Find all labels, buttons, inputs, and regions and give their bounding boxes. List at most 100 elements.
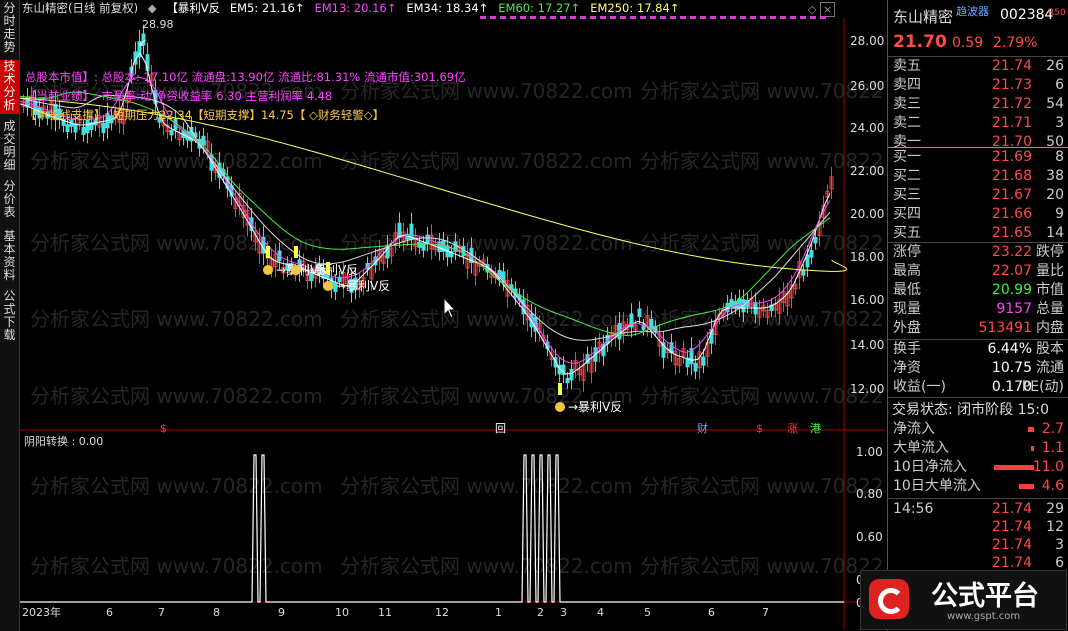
tick-row: 21.74 3 [890,536,1066,555]
row-value: 9157 [996,301,1032,317]
ask-row: 卖三 21.72 54 [890,95,1066,114]
diamond-icon[interactable]: ◇ [808,3,816,16]
flow-value: 4.6 [1041,478,1064,494]
date-tick: 11 [378,606,392,619]
bid-row: 买三 21.67 20 [890,186,1066,205]
row-value: 21.68 [991,168,1032,184]
row-label: 卖五 [893,58,921,74]
row-label: 最高 [893,263,921,279]
tab-price-table[interactable]: 分价表 [0,180,19,224]
price-change: 0.59 [952,35,984,51]
flow-row: 10日净流入 11.0 [890,458,1066,477]
formula-name[interactable]: 【暴利V反 [166,1,220,15]
flow-value: 1.1 [1041,440,1064,456]
sub-chart-title: 阴阳转换 : 0.00 [24,434,103,448]
row-value: 21.74 [991,519,1032,535]
price-tick: 24.00 [850,121,884,135]
row-extra: 20 [1046,187,1064,203]
row-value: 21.74 [991,501,1032,517]
info-line-performance: 【当前业绩】: 市盈率:动 净资收益率 6.30 主营利润率 4.48 [25,89,333,103]
price-change-pct: 2.79% [993,35,1038,51]
tab-formula-download[interactable]: 公式下载 [0,290,19,344]
date-tick: 9 [278,606,285,619]
high-price-label: 28.98 [142,18,174,31]
stat-row: 最低 20.99 市值 [890,281,1066,300]
money-bag-icon [291,265,301,275]
bid-row: 买四 21.66 9 [890,205,1066,224]
date-tick: 2023年 [22,605,61,619]
event-marker[interactable]: 涨 [787,422,798,435]
row-extra: 量比 [1036,263,1064,279]
date-tick: 3 [560,606,567,619]
row-label: 买五 [893,225,921,241]
sub-axis-tick: 1.00 [856,445,883,459]
tab-technical[interactable]: 技术分析 [0,60,19,114]
row-label: 买三 [893,187,921,203]
close-icon[interactable]: × [819,2,836,17]
row-extra: 8 [1055,149,1064,165]
info-overlay: 总股本市值】: 总股本: 17.10亿 流通盘:13.90亿 流通比:81.31… [25,68,466,125]
row-extra: 3 [1055,537,1064,553]
date-tick: 1 [495,606,502,619]
row-label: 买四 [893,206,921,222]
flow-value: 2.7 [1041,421,1064,437]
price-tick: 14.00 [850,338,884,352]
candle-body [729,299,734,308]
stat-row: 换手 6.44% 股本 [890,340,1066,359]
candle-body [201,135,206,146]
date-tick: 4 [597,606,604,619]
row-extra: 跌停 [1036,244,1064,260]
tab-trades[interactable]: 成交明细 [0,120,19,174]
signal-label: →暴利V反 [304,263,358,277]
flow-label: 净流入 [893,421,935,437]
row-value: 21.74 [991,58,1032,74]
row-extra: 14 [1046,225,1064,241]
tab-profile[interactable]: 基本资料 [0,230,19,284]
watermark-text: 分析家公式网 www.70822.com [30,554,323,578]
row-label: 涨停 [893,244,921,260]
indicator-4: EM250: 17.84↑ [590,1,680,15]
flow-row: 大单流入 1.1 [890,439,1066,458]
row-extra: 9 [1055,206,1064,222]
left-tab-strip: 分时走势 技术分析 成交明细 分价表 基本资料 公式下载 [0,0,20,631]
watermark-text: 分析家公式网 www.70822.com [640,474,886,498]
ask-row: 卖四 21.73 6 [890,76,1066,95]
tab-intraday[interactable]: 分时走势 [0,2,19,56]
stock-code: 002384 [1000,7,1054,23]
row-extra: 流通 [1036,360,1064,376]
row-extra: 54 [1046,96,1064,112]
indicator-0: EM5: 21.16↑ [229,1,305,15]
stock-name: 东山精密 [893,8,954,26]
flow-bar [1019,484,1034,489]
flow-label: 大单流入 [893,440,949,456]
bid-row: 买五 21.65 14 [890,224,1066,243]
event-marker[interactable]: $ [160,422,167,435]
event-marker[interactable]: 港 [810,422,821,435]
logo-icon [869,579,909,619]
price-tick: 12.00 [850,382,884,396]
row-value: 21.69 [991,149,1032,165]
candle-body [813,236,818,244]
candle-body [417,241,422,248]
date-tick: 2 [537,606,544,619]
row-value: 21.73 [991,77,1032,93]
price-tick: 18.00 [850,250,884,264]
row-extra: PE(动) [1021,379,1064,395]
row-label: 净资 [893,360,921,376]
badge[interactable]: 趋波器 [956,3,989,19]
event-marker[interactable]: 财 [697,421,708,435]
candle-body [461,245,466,257]
date-tick: 8 [213,606,220,619]
row-label: 收益(一) [893,379,946,395]
candle-body [693,362,698,372]
trade-status: 交易状态: 闭市阶段 15:0 [892,402,1050,418]
event-marker[interactable]: 回 [495,422,506,435]
event-marker[interactable]: $ [756,422,763,435]
ask-row: 卖二 21.71 3 [890,114,1066,133]
chart-title[interactable]: 东山精密(日线 前复权) [22,1,138,15]
dropdown-icon[interactable]: ◆ [148,1,157,15]
stat-row: 最高 22.07 量比 [890,262,1066,281]
indicator-1: EM13: 20.16↑ [314,1,397,15]
indicator-list: EM5: 21.16↑ EM13: 20.16↑ EM34: 18.34↑ EM60:… [230,1,690,15]
ask-row: 卖五 21.74 26 [890,57,1066,76]
